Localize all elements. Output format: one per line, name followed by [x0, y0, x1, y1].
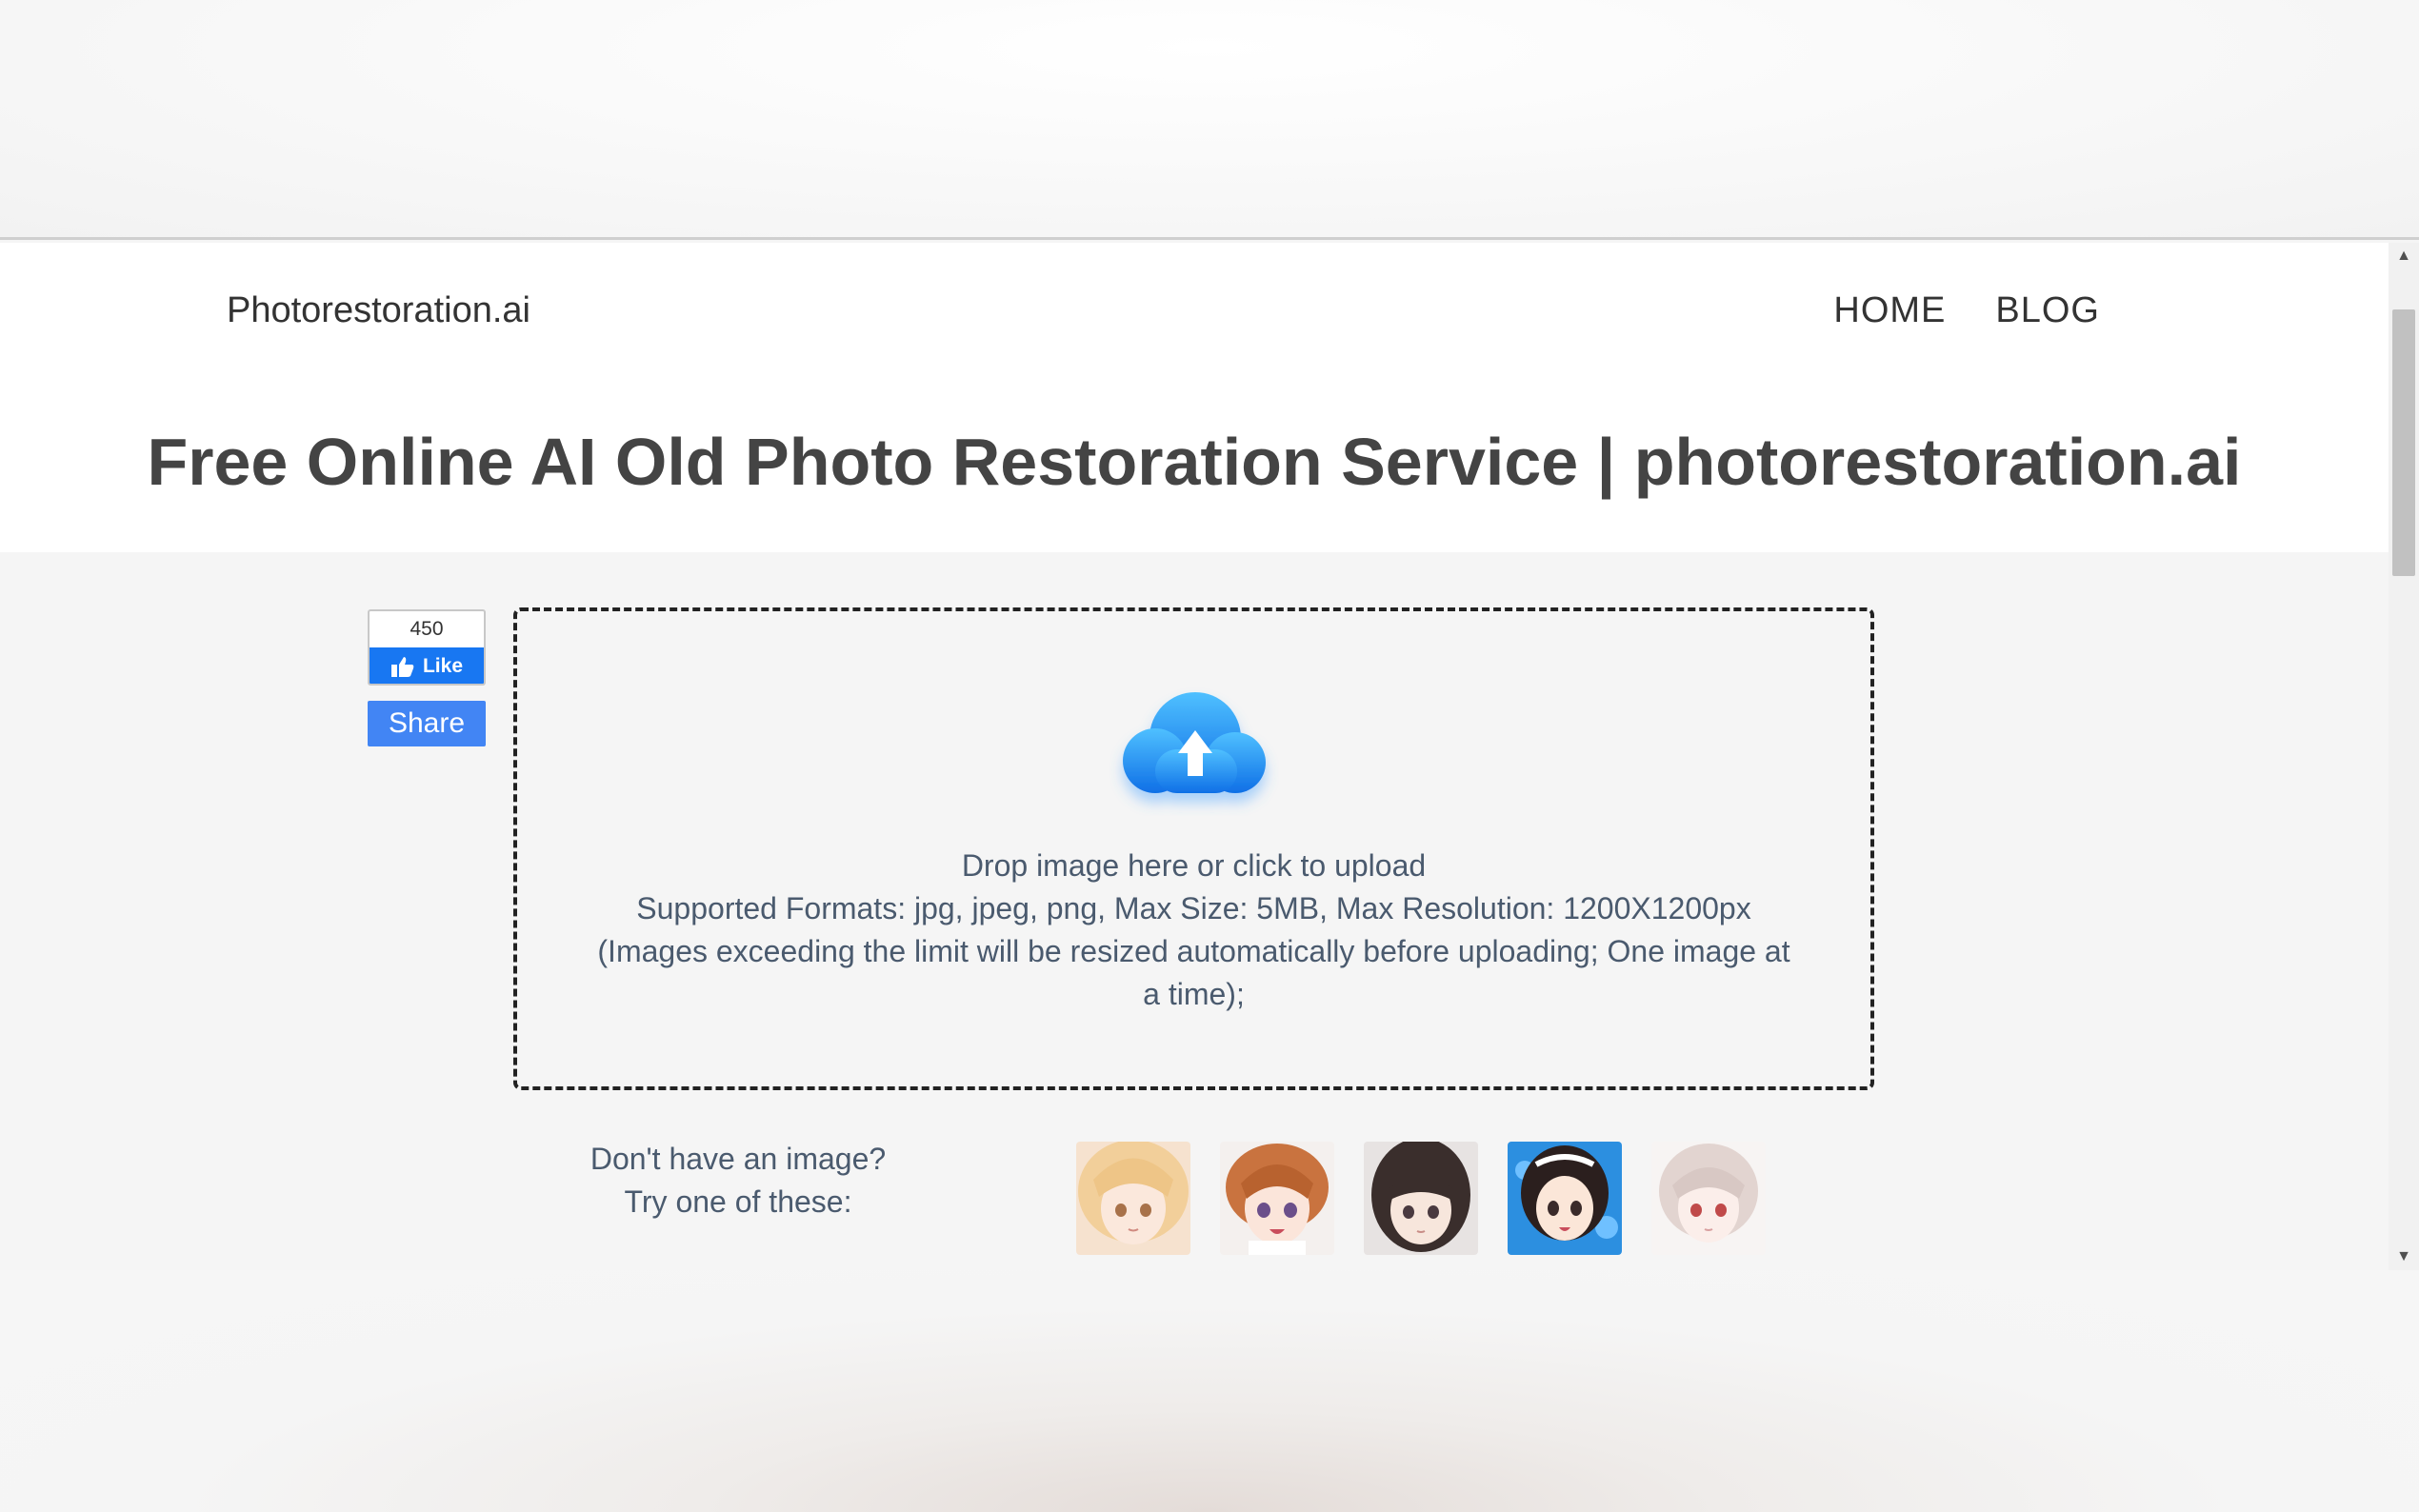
image-upload-dropzone[interactable]: Drop image here or click to upload Suppo…	[513, 607, 1874, 1090]
sample-image-1[interactable]	[1076, 1142, 1190, 1255]
facebook-like-widget: 450 Like	[368, 609, 486, 686]
share-button[interactable]: Share	[368, 701, 486, 746]
cloud-upload-icon	[1123, 692, 1266, 793]
page-title: Free Online AI Old Photo Restoration Ser…	[147, 425, 2242, 499]
scroll-down-arrow-icon[interactable]: ▼	[2389, 1243, 2419, 1270]
blurred-background-top	[0, 0, 2419, 240]
brand-logo-text[interactable]: Photorestoration.ai	[227, 290, 530, 331]
sample-prompt: Don't have an image? Try one of these:	[533, 1138, 943, 1224]
social-widgets: 450 Like Share	[368, 609, 486, 746]
sample-prompt-line2: Try one of these:	[624, 1184, 852, 1219]
sample-image-5[interactable]	[1651, 1142, 1766, 1255]
sample-image-4[interactable]	[1508, 1142, 1622, 1255]
upload-hint: Drop image here or click to upload	[961, 848, 1427, 883]
page-viewport: Photorestoration.ai HOME BLOG Free Onlin…	[0, 243, 2389, 1270]
main-nav: HOME BLOG	[1833, 290, 2100, 331]
scrollbar-thumb[interactable]	[2392, 309, 2415, 576]
scroll-up-arrow-icon[interactable]: ▲	[2389, 243, 2419, 269]
sample-prompt-line1: Don't have an image?	[590, 1142, 887, 1176]
sample-image-2[interactable]	[1220, 1142, 1334, 1255]
vertical-scrollbar[interactable]: ▲ ▼	[2389, 243, 2419, 1270]
facebook-like-button[interactable]: Like	[370, 647, 484, 684]
blurred-background-bottom	[0, 1270, 2419, 1512]
upload-limit-note: (Images exceeding the limit will be resi…	[597, 934, 1790, 1011]
upload-formats: Supported Formats: jpg, jpeg, png, Max S…	[636, 891, 1751, 925]
thumbs-up-icon	[390, 657, 414, 677]
like-label: Like	[422, 655, 464, 677]
nav-home-link[interactable]: HOME	[1833, 290, 1946, 331]
nav-blog-link[interactable]: BLOG	[1995, 290, 2100, 331]
site-header: Photorestoration.ai HOME BLOG Free Onlin…	[0, 243, 2389, 552]
upload-instructions: Drop image here or click to upload Suppo…	[593, 845, 1794, 1016]
sample-image-3[interactable]	[1364, 1142, 1478, 1255]
like-count: 450	[410, 618, 444, 640]
sample-images	[1076, 1142, 1766, 1255]
